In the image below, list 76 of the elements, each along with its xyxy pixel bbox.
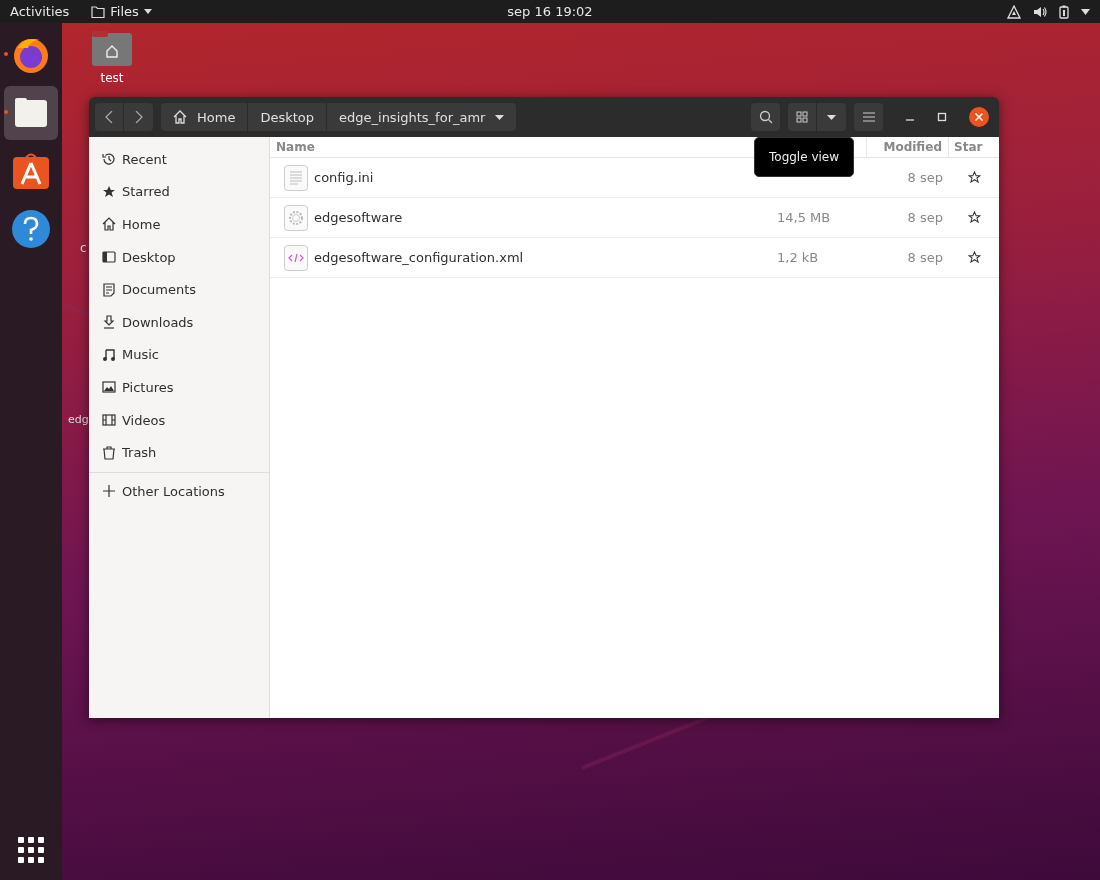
plus-icon (102, 484, 116, 499)
star-icon[interactable] (967, 211, 981, 224)
software-store-icon (11, 151, 51, 191)
sidebar-item[interactable]: Starred (122, 184, 170, 200)
folder-icon (91, 5, 106, 18)
sidebar-item[interactable]: Other Locations (122, 483, 225, 499)
file-row[interactable]: edgesoftware_configuration.xml 1,2 kB 8 sep (270, 238, 999, 278)
chevron-right-icon (134, 111, 143, 123)
close-icon[interactable] (969, 107, 989, 127)
home-icon (173, 110, 187, 124)
sidebar-item[interactable]: Downloads (122, 314, 194, 330)
file-size: 14,5 MB (777, 210, 832, 225)
desktop-icon-label[interactable]: c (80, 241, 87, 255)
caret-icon (143, 9, 152, 14)
music-icon (102, 347, 116, 362)
search-icon (758, 110, 773, 124)
trash-icon (102, 445, 116, 460)
sidebar-item[interactable]: Videos (122, 412, 166, 428)
sidebar-item[interactable]: Recent (122, 151, 167, 167)
clock[interactable]: sep 16 19:02 (507, 4, 593, 19)
sidebar-item[interactable]: Trash (122, 445, 157, 461)
chevron-left-icon (105, 111, 113, 123)
file-name: edgesoftware (314, 210, 403, 225)
column-header[interactable]: Modified (867, 137, 949, 157)
sidebar-item[interactable]: Documents (122, 282, 197, 298)
file-row[interactable]: edgesoftware 14,5 MB 8 sep (270, 198, 999, 238)
sidebar-item[interactable]: Pictures (122, 379, 174, 395)
column-header[interactable]: Star (949, 137, 999, 157)
network-icon[interactable] (1007, 4, 1021, 19)
modified-date: 8 sep (906, 170, 944, 185)
code-file-icon (284, 244, 308, 271)
home-folder-icon[interactable] (92, 31, 132, 67)
help-icon (11, 209, 51, 249)
desktop-icon (102, 250, 116, 265)
modified-date: 8 sep (906, 250, 944, 265)
videos-icon (102, 413, 116, 428)
recent-icon (102, 152, 116, 167)
downloads-icon (102, 315, 116, 330)
app-menu[interactable]: Files (91, 4, 152, 19)
view-toggle-button[interactable] (788, 103, 817, 131)
star-icon[interactable] (967, 251, 981, 264)
menu-icon (862, 112, 875, 122)
pictures-icon (102, 380, 116, 395)
menu-button[interactable] (854, 103, 883, 131)
gear-file-icon (284, 204, 308, 231)
file-name: config.ini (314, 170, 374, 185)
view-options-button[interactable] (817, 103, 846, 131)
sidebar-item[interactable]: Desktop (122, 249, 176, 265)
documents-icon (102, 282, 116, 297)
tooltip: Toggle view (754, 137, 855, 177)
search-button[interactable] (751, 103, 780, 131)
dock-item[interactable] (4, 86, 58, 140)
app-grid-icon[interactable] (17, 836, 45, 864)
starred-icon (102, 184, 116, 199)
caret-icon (495, 114, 505, 120)
file-size: 1,2 kB (777, 250, 820, 265)
text-file-icon (284, 164, 308, 191)
sidebar-item[interactable]: Music (122, 347, 159, 363)
battery-icon[interactable] (1059, 4, 1069, 19)
sidebar-item[interactable]: Home (122, 217, 161, 232)
home-icon (102, 217, 116, 232)
modified-date: 8 sep (906, 210, 944, 225)
star-icon[interactable] (967, 171, 981, 184)
desktop-icon-label[interactable]: test (100, 71, 124, 85)
caret-icon[interactable] (1081, 8, 1090, 15)
maximize-icon[interactable] (937, 112, 947, 122)
breadcrumb[interactable]: edge_insights_for_amr (327, 103, 517, 131)
volume-icon[interactable] (1033, 4, 1047, 19)
back-button[interactable] (95, 103, 124, 131)
caret-icon (827, 114, 836, 120)
file-name: edgesoftware_configuration.xml (314, 250, 524, 265)
breadcrumb[interactable]: Home (161, 103, 249, 131)
breadcrumb[interactable]: Desktop (248, 103, 327, 131)
activities-button[interactable]: Activities (0, 4, 80, 19)
grid-icon (796, 111, 808, 123)
desktop-icon-label[interactable]: edg (68, 413, 89, 426)
